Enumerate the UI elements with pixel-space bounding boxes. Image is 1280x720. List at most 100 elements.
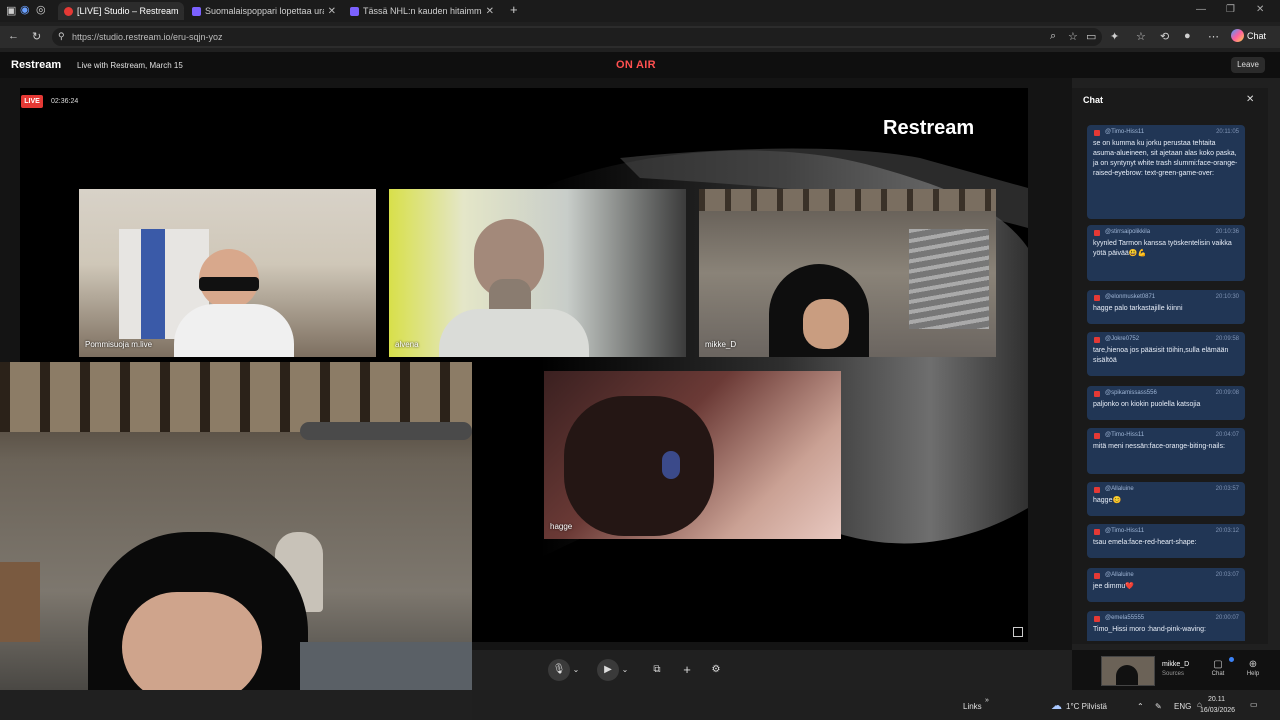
restream-logo[interactable]: Restream — [11, 59, 61, 71]
chat-timestamp: 20:03:12 — [1215, 528, 1239, 534]
workspaces-icon[interactable]: ◉ — [20, 3, 30, 16]
person-head — [564, 396, 714, 536]
copilot-icon — [1231, 29, 1244, 42]
tab-actions-icon[interactable]: ◎ — [36, 3, 46, 16]
extensions-icon[interactable]: ✦ — [1110, 30, 1119, 43]
participant-tile-1[interactable]: Pommisuoja m.live — [79, 189, 376, 357]
flag-stripe — [141, 229, 165, 339]
unread-dot — [1229, 657, 1234, 662]
chat-message: @elonmusket0871 20:10:30 hagge palo tark… — [1087, 290, 1245, 324]
links-chevron-icon[interactable]: » — [985, 697, 989, 704]
clock-time[interactable]: 20.11 — [1208, 696, 1225, 703]
news-site-icon — [192, 6, 201, 16]
camera-options-chevron-icon[interactable]: ⌄ — [619, 659, 631, 681]
clock-date[interactable]: 16/03/2026 — [1200, 707, 1235, 714]
chat-title: Chat — [1083, 95, 1103, 105]
chat-text: Timo_Hissi moro :hand-pink-waving: — [1093, 626, 1206, 633]
mic-options-chevron-icon[interactable]: ⌄ — [570, 659, 582, 681]
participant-name: mikke_D — [705, 340, 737, 349]
pen-icon[interactable]: ✎ — [1155, 702, 1162, 711]
on-air-indicator: ON AIR — [616, 59, 656, 71]
person-face — [122, 592, 262, 690]
chat-text: tare,hienoa jos pääsisit töihin,sulla el… — [1093, 347, 1229, 364]
participant-tile-hagge[interactable]: hagge — [544, 371, 841, 539]
profile-avatar-icon[interactable]: ● — [1184, 30, 1191, 42]
back-icon[interactable]: ← — [8, 30, 19, 42]
chat-text: tsau emela:face-red-heart-shape: — [1093, 539, 1197, 546]
close-window-icon[interactable]: ✕ — [1256, 4, 1264, 15]
live-badge: LIVE — [21, 95, 43, 108]
help-button[interactable]: ⊕ Help — [1242, 659, 1264, 677]
more-menu-icon[interactable]: ⋯ — [1208, 30, 1219, 43]
person-body — [174, 304, 294, 357]
chat-timestamp: 20:03:07 — [1215, 572, 1239, 578]
chat-timestamp: 20:11:05 — [1216, 129, 1239, 135]
add-icon[interactable]: + — [676, 659, 698, 681]
chat-message: @Allaluine 20:03:57 hagge😊 — [1087, 482, 1245, 516]
cloud-weather-icon: ☁ — [1051, 700, 1062, 712]
live-dot-icon — [64, 6, 73, 16]
chat-toggle-label: Chat — [1211, 671, 1225, 677]
site-info-icon[interactable]: ⚲ — [58, 31, 65, 42]
stage-logo-overlay: Restream — [883, 117, 975, 139]
source-subtitle: Sources — [1162, 671, 1185, 677]
tray-chevron-icon[interactable]: ⌃ — [1137, 702, 1144, 711]
split-screen-icon[interactable]: ▭ — [1086, 30, 1096, 43]
stream-title[interactable]: Live with Restream, March 15 — [77, 61, 183, 70]
refresh-icon[interactable]: ↻ — [32, 30, 41, 43]
chat-text: kyynled Tarmon kanssa työskentelisin vai… — [1093, 240, 1232, 257]
participant-tile-3[interactable]: mikke_D — [699, 189, 996, 357]
chat-text: paljonko on kiokin puolella katsojia — [1093, 401, 1201, 408]
camera-icon[interactable]: ▶ — [597, 659, 619, 681]
chat-bubble-icon: ▢ — [1213, 659, 1223, 670]
zoom-icon[interactable]: ⌕ — [1050, 30, 1056, 43]
close-tab-icon[interactable]: ✕ — [328, 6, 336, 17]
fullscreen-icon[interactable] — [1013, 627, 1023, 637]
chat-text: mitä meni nessän:face-orange-biting-nail… — [1093, 443, 1225, 450]
close-tab-icon[interactable]: ✕ — [183, 6, 184, 17]
tab-news-2[interactable]: Tässä NHL:n kauden hitaimmat pe ✕ — [344, 2, 500, 20]
profile-icon[interactable]: ▣ — [6, 4, 16, 17]
tab-news-1[interactable]: Suomalaispoppari lopettaa uransa ✕ — [186, 2, 342, 20]
participant-name: alvena — [395, 340, 419, 349]
chat-timestamp: 20:09:58 — [1215, 336, 1239, 342]
person-face — [803, 299, 849, 349]
maximize-icon[interactable]: ❐ — [1226, 4, 1235, 15]
copilot-chat-button[interactable]: Chat — [1231, 29, 1266, 42]
taskbar-links[interactable]: Links — [963, 702, 982, 711]
favorite-icon[interactable]: ☆ — [1068, 30, 1078, 43]
microphone-icon[interactable]: 🎙 — [548, 659, 570, 681]
tab-restream-studio[interactable]: [LIVE] Studio – Restream ✕ — [58, 2, 184, 20]
person-body — [439, 309, 589, 357]
help-label: Help — [1246, 671, 1260, 677]
notifications-icon[interactable]: ▭ — [1250, 700, 1258, 709]
person-silhouette — [1116, 665, 1138, 685]
chat-text: se on kumma ku jorku perustaa tehtaita a… — [1093, 140, 1238, 177]
close-chat-icon[interactable]: ✕ — [1246, 94, 1254, 105]
new-tab-button[interactable]: + — [510, 2, 518, 17]
chat-message: @Jokre0752 20:09:58 tare,hienoa jos pääs… — [1087, 332, 1245, 376]
ceiling-beams — [699, 189, 996, 211]
minimize-icon[interactable]: — — [1196, 4, 1206, 15]
chat-message: @spikamissass556 20:09:08 paljonko on ki… — [1087, 386, 1245, 420]
chat-timestamp: 20:10:36 — [1215, 229, 1239, 235]
chat-toggle-button[interactable]: ▢ Chat — [1207, 659, 1229, 677]
history-icon[interactable]: ⟲ — [1160, 30, 1169, 43]
settings-gear-icon[interactable]: ⚙ — [705, 659, 727, 681]
source-name: mikke_D — [1162, 661, 1190, 668]
leave-button[interactable]: Leave — [1231, 57, 1265, 73]
share-screen-icon[interactable]: ⧉ — [646, 659, 668, 681]
weather-text[interactable]: 1°C Pilvistä — [1066, 702, 1107, 711]
chat-timestamp: 20:10:30 — [1215, 294, 1239, 300]
chat-message: @emela55555 20:00:07 Timo_Hissi moro :ha… — [1087, 611, 1245, 641]
close-tab-icon[interactable]: ✕ — [486, 6, 494, 17]
chat-message-list[interactable]: @Timo-Hiss11 20:11:05 se on kumma ku jor… — [1087, 125, 1245, 641]
language-indicator[interactable]: ENG — [1174, 702, 1191, 711]
url-input[interactable]: https://studio.restream.io/eru-sqjn-yoz — [52, 28, 1102, 46]
favorites-bar-icon[interactable]: ☆ — [1136, 30, 1146, 43]
stream-timer: 02:36:24 — [51, 98, 79, 105]
copilot-chat-label: Chat — [1247, 30, 1267, 41]
participant-tile-2[interactable]: alvena — [389, 189, 686, 357]
source-thumbnail[interactable] — [1101, 656, 1155, 686]
chat-text: hagge palo tarkastajille kiinni — [1093, 305, 1183, 312]
